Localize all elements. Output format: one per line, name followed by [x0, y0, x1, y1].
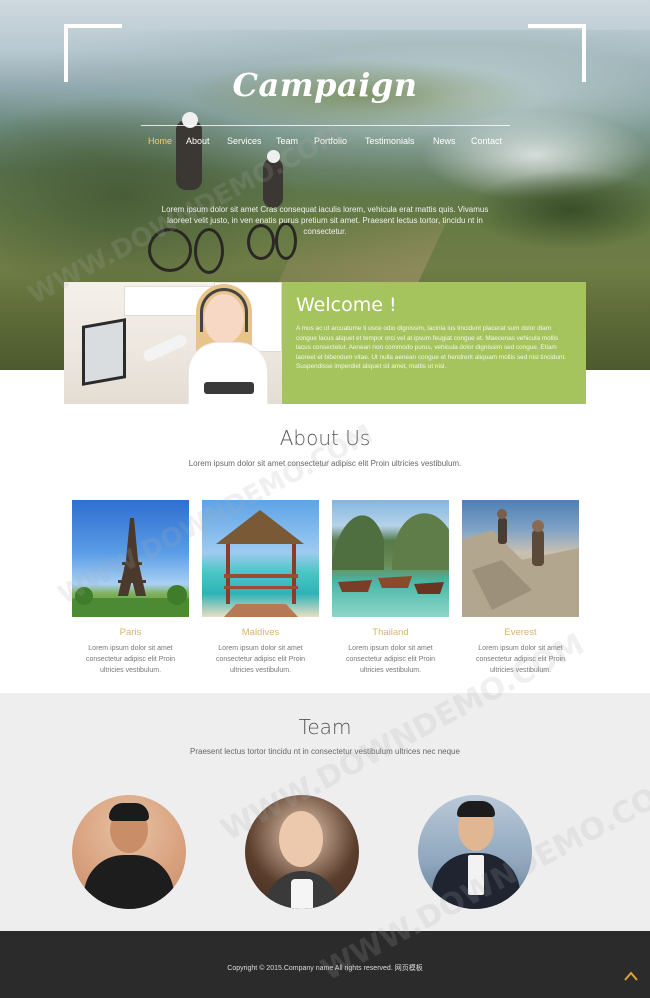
team-title: Team: [298, 715, 352, 739]
main-nav: Home About Services Team Portfolio Testi…: [141, 136, 510, 150]
lamp-image: [141, 332, 189, 364]
welcome-panel: Welcome ! A mus ac ut arcuatume ti usce …: [282, 282, 586, 404]
welcome-photo: [64, 282, 282, 404]
boats-icon: [332, 513, 449, 594]
site-logo[interactable]: Campaign: [0, 66, 650, 104]
climbers-icon: [462, 509, 579, 617]
monitor-image: [82, 318, 126, 386]
paris-photo[interactable]: [72, 500, 189, 617]
nav-divider: [141, 125, 510, 126]
agent-torso: [188, 342, 268, 404]
team-member-avatar[interactable]: [72, 795, 186, 909]
about-title: About Us: [279, 426, 371, 450]
card-title[interactable]: Paris: [72, 627, 189, 638]
everest-photo[interactable]: [462, 500, 579, 617]
nav-item-about[interactable]: About: [186, 136, 210, 146]
card-description: Lorem ipsum dolor sit amet consectetur a…: [215, 645, 306, 674]
beach-hut-icon: [216, 510, 304, 617]
card-title[interactable]: Thailand: [332, 627, 449, 638]
hero-tagline: Lorem ipsum dolor sit amet Cras consequa…: [161, 205, 489, 236]
destination-card-thailand[interactable]: Thailand Lorem ipsum dolor sit amet cons…: [332, 500, 449, 676]
footer-copyright: Copyright © 2015.Company name All rights…: [227, 965, 423, 972]
nav-item-portfolio[interactable]: Portfolio: [314, 136, 347, 146]
back-to-top-icon[interactable]: [623, 970, 639, 982]
team-subtitle: Praesent lectus tortor tincidu nt in con…: [190, 747, 460, 756]
phone-image: [204, 382, 254, 394]
card-description: Lorem ipsum dolor sit amet consectetur a…: [85, 645, 176, 674]
destination-card-maldives[interactable]: Maldives Lorem ipsum dolor sit amet cons…: [202, 500, 319, 676]
nav-item-testimonials[interactable]: Testimonials: [365, 136, 415, 146]
card-description: Lorem ipsum dolor sit amet consectetur a…: [475, 645, 566, 674]
maldives-photo[interactable]: [202, 500, 319, 617]
destination-card-paris[interactable]: Paris Lorem ipsum dolor sit amet consect…: [72, 500, 189, 676]
about-subtitle: Lorem ipsum dolor sit amet consectetur a…: [188, 459, 462, 468]
headset-icon: [200, 288, 248, 332]
nav-item-news[interactable]: News: [433, 136, 456, 146]
nav-item-team[interactable]: Team: [276, 136, 298, 146]
team-member-avatar[interactable]: [245, 795, 359, 909]
thailand-photo[interactable]: [332, 500, 449, 617]
welcome-title: Welcome !: [296, 294, 397, 316]
eiffel-tower-icon: [72, 518, 189, 617]
card-description: Lorem ipsum dolor sit amet consectetur a…: [345, 645, 436, 674]
destination-card-everest[interactable]: Everest Lorem ipsum dolor sit amet conse…: [462, 500, 579, 676]
card-title[interactable]: Maldives: [202, 627, 319, 638]
nav-item-home[interactable]: Home: [148, 136, 172, 146]
team-member-avatar[interactable]: [418, 795, 532, 909]
card-title[interactable]: Everest: [462, 627, 579, 638]
nav-item-contact[interactable]: Contact: [471, 136, 502, 146]
welcome-text: A mus ac ut arcuatume ti usce odio digni…: [296, 325, 566, 371]
nav-item-services[interactable]: Services: [227, 136, 262, 146]
footer: Copyright © 2015.Company name All rights…: [0, 931, 650, 998]
